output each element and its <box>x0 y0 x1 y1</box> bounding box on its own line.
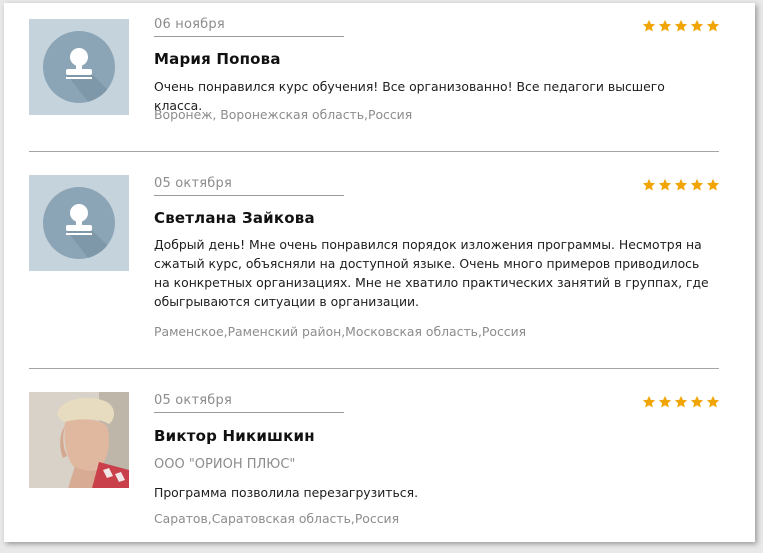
star-icon <box>706 178 720 191</box>
user-placeholder-icon <box>29 19 129 115</box>
review-text: Добрый день! Мне очень понравился порядо… <box>154 237 709 309</box>
user-photo <box>29 392 129 488</box>
reviewer-location: Раменское,Раменский район,Московская обл… <box>154 324 527 339</box>
review-date: 05 октября <box>154 176 344 196</box>
star-icon <box>658 178 672 191</box>
review-date: 05 октября <box>154 393 344 413</box>
review-date: 06 ноября <box>154 17 344 37</box>
star-icon <box>690 19 704 32</box>
star-icon <box>706 19 720 32</box>
star-icon <box>674 395 688 408</box>
divider <box>29 368 719 369</box>
star-icon <box>658 395 672 408</box>
star-icon <box>706 395 720 408</box>
user-placeholder-icon <box>29 175 129 271</box>
review-text: Программа позволила перезагрузиться. <box>154 485 419 500</box>
divider <box>29 151 719 152</box>
rating-stars <box>642 178 720 192</box>
reviewer-location: Воронеж, Воронежская область,Россия <box>154 107 413 122</box>
reviewer-location: Саратов,Саратовская область,Россия <box>154 511 400 526</box>
reviewer-name: Виктор Никишкин <box>154 427 315 445</box>
reviewer-name: Светлана Зайкова <box>154 209 315 227</box>
rating-stars <box>642 19 720 33</box>
star-icon <box>642 19 656 32</box>
star-icon <box>642 178 656 191</box>
reviewer-name: Мария Попова <box>154 50 281 68</box>
star-icon <box>642 395 656 408</box>
reviews-panel: 06 ноября Мария Попова Очень понравился … <box>4 3 755 542</box>
star-icon <box>674 178 688 191</box>
rating-stars <box>642 395 720 409</box>
star-icon <box>658 19 672 32</box>
star-icon <box>690 178 704 191</box>
star-icon <box>674 19 688 32</box>
star-icon <box>690 395 704 408</box>
reviewer-company: ООО "ОРИОН ПЛЮС" <box>154 457 296 472</box>
